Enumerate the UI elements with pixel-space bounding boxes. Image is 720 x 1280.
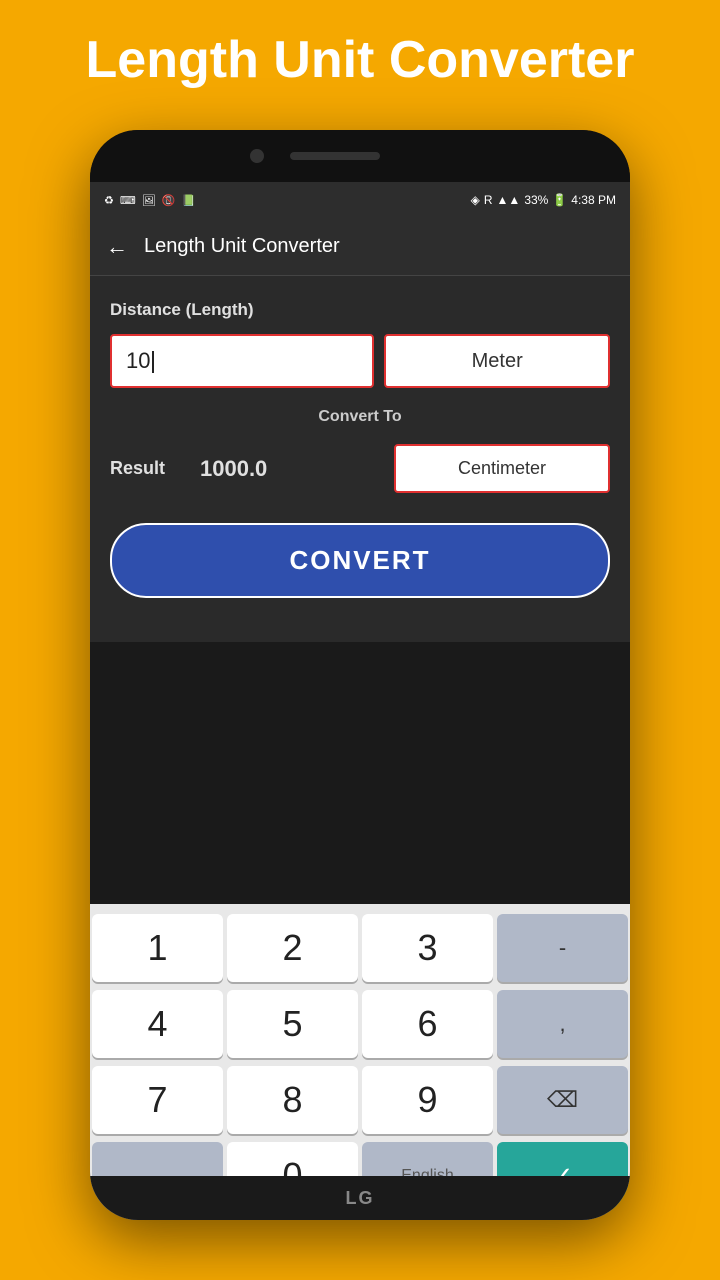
speaker-icon [290, 152, 380, 160]
key-1[interactable]: 1 [92, 914, 223, 982]
network-bars-icon: ▲▲ [497, 193, 521, 207]
lg-logo: LG [346, 1188, 375, 1209]
value-input[interactable]: 10 [110, 334, 374, 388]
status-left: ♻ ⌨ 🖼 📵 📗 [104, 194, 195, 207]
key-minus[interactable]: - [497, 914, 628, 982]
image-icon: 🖼 [142, 194, 156, 207]
key-row-1: 1 2 3 - [90, 912, 630, 984]
keyboard-icon: ⌨ [120, 194, 136, 207]
value-text: 10 [126, 348, 150, 373]
input-row: 10 Meter [110, 334, 610, 388]
phone-shell: ♻ ⌨ 🖼 📵 📗 ◈ R ▲▲ 33% 🔋 4:38 PM ← Length … [90, 130, 630, 1220]
keyboard: 1 2 3 - 4 5 6 , 7 8 9 ⌫ . 0 English ✓ [90, 904, 630, 1220]
wifi-off-icon: 📵 [162, 194, 176, 207]
status-right: ◈ R ▲▲ 33% 🔋 4:38 PM [471, 193, 616, 207]
to-unit-label: Centimeter [458, 458, 546, 479]
key-3[interactable]: 3 [362, 914, 493, 982]
result-value: 1000.0 [200, 456, 384, 482]
convert-button[interactable]: CONVERT [110, 523, 610, 598]
key-6[interactable]: 6 [362, 990, 493, 1058]
page-title: Length Unit Converter [0, 30, 720, 90]
from-unit-selector[interactable]: Meter [384, 334, 610, 388]
app-content: Distance (Length) 10 Meter Convert To Re… [90, 276, 630, 642]
key-comma[interactable]: , [497, 990, 628, 1058]
signal-icon: ◈ [471, 193, 480, 207]
camera-icon [250, 149, 264, 163]
app-bar-title: Length Unit Converter [144, 235, 340, 258]
phone-bottom: LG [90, 1176, 630, 1220]
key-row-2: 4 5 6 , [90, 988, 630, 1060]
result-row: Result 1000.0 Centimeter [110, 444, 610, 493]
recycle-icon: ♻ [104, 194, 114, 207]
app-bar: ← Length Unit Converter [90, 218, 630, 276]
key-4[interactable]: 4 [92, 990, 223, 1058]
cursor [152, 351, 154, 373]
key-9[interactable]: 9 [362, 1066, 493, 1134]
key-5[interactable]: 5 [227, 990, 358, 1058]
to-unit-selector[interactable]: Centimeter [394, 444, 610, 493]
key-7[interactable]: 7 [92, 1066, 223, 1134]
status-bar: ♻ ⌨ 🖼 📵 📗 ◈ R ▲▲ 33% 🔋 4:38 PM [90, 182, 630, 218]
key-2[interactable]: 2 [227, 914, 358, 982]
result-label: Result [110, 458, 190, 479]
phone-notch [90, 130, 630, 182]
book-icon: 📗 [181, 194, 195, 207]
battery-label: 33% [524, 193, 548, 207]
battery-icon: 🔋 [552, 193, 567, 207]
distance-label: Distance (Length) [110, 300, 610, 320]
backspace-key[interactable]: ⌫ [497, 1066, 628, 1134]
time-label: 4:38 PM [571, 193, 616, 207]
convert-to-label: Convert To [110, 408, 610, 426]
back-button[interactable]: ← [106, 234, 128, 260]
key-row-3: 7 8 9 ⌫ [90, 1064, 630, 1136]
from-unit-label: Meter [472, 350, 523, 373]
signal-label: R [484, 193, 493, 207]
key-8[interactable]: 8 [227, 1066, 358, 1134]
